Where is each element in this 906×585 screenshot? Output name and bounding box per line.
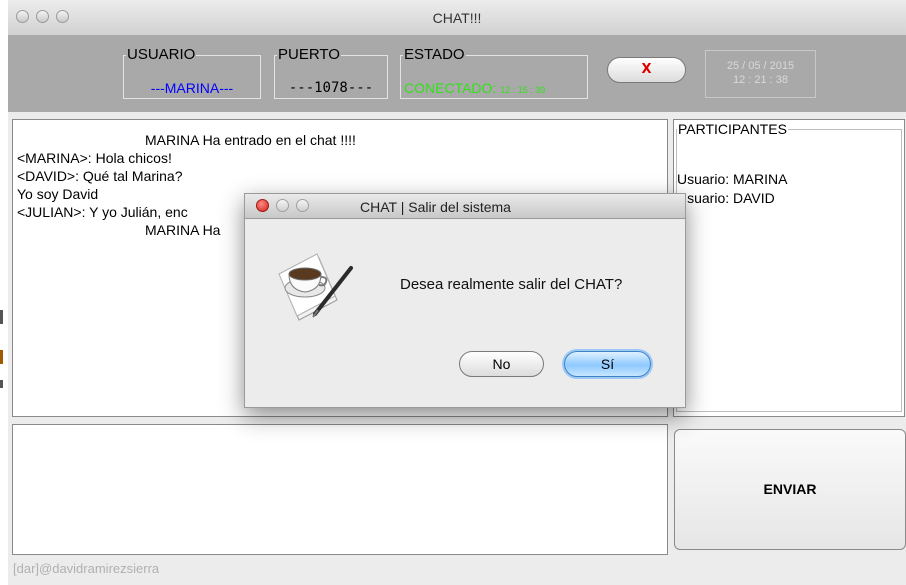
chat-line: <JULIAN>: Y yo Julián, enc <box>17 204 188 220</box>
header-panel: USUARIO ---MARINA--- PUERTO ---1078--- E… <box>8 36 906 112</box>
chat-line: MARINA Ha entrado en el chat !!!! <box>145 132 356 148</box>
participants-panel: PARTICIPANTES Usuario: MARINA Usuario: D… <box>673 119 905 417</box>
participant-item: Usuario: MARINA <box>677 171 788 187</box>
datetime-display: 25 / 05 / 2015 12 : 21 : 38 <box>705 50 816 98</box>
dialog-title: CHAT | Salir del sistema <box>360 199 511 215</box>
window-edge-mark <box>0 310 3 324</box>
puerto-value: ---1078--- <box>288 80 374 96</box>
dialog-no-button[interactable]: No <box>459 351 544 377</box>
dialog-yes-button[interactable]: Sí <box>564 351 651 377</box>
usuario-value: ---MARINA--- <box>150 80 234 96</box>
message-input[interactable] <box>12 424 668 555</box>
dialog-titlebar: CHAT | Salir del sistema <box>245 194 685 219</box>
dialog-minimize-icon <box>276 199 289 212</box>
dialog-message: Desea realmente salir del CHAT? <box>400 276 623 293</box>
coffee-pen-app-icon <box>275 244 365 324</box>
chat-line: Yo soy David <box>17 186 99 202</box>
participants-group: PARTICIPANTES <box>676 122 902 412</box>
estado-group: ESTADO CONECTADO: 12 : 15 : 39 <box>400 46 588 99</box>
window-edge-mark <box>0 380 3 388</box>
time-label: 12 : 21 : 38 <box>732 74 789 86</box>
chat-line: <DAVID>: Qué tal Marina? <box>17 168 183 184</box>
date-label: 25 / 05 / 2015 <box>726 60 795 72</box>
participants-title: PARTICIPANTES <box>678 121 787 137</box>
estado-value-row: CONECTADO: 12 : 15 : 39 <box>404 80 587 96</box>
participant-item: Usuario: DAVID <box>677 190 775 206</box>
puerto-label: PUERTO <box>278 46 340 63</box>
dialog-close-icon[interactable] <box>256 199 269 212</box>
dialog-zoom-icon <box>296 199 309 212</box>
send-button[interactable]: ENVIAR <box>674 429 906 550</box>
estado-value: CONECTADO: <box>404 80 497 96</box>
usuario-group: USUARIO ---MARINA--- <box>123 46 261 99</box>
estado-label: ESTADO <box>404 46 465 63</box>
footer-credit: [dar]@davidramirezsierra <box>13 561 160 576</box>
chat-line: <MARINA>: Hola chicos! <box>17 150 172 166</box>
puerto-group: PUERTO ---1078--- <box>274 46 388 99</box>
exit-dialog: CHAT | Salir del sistema Desea realmente… <box>244 193 686 408</box>
window-titlebar: CHAT!!! <box>8 0 906 36</box>
disconnect-button[interactable]: X <box>607 57 686 83</box>
chat-line: MARINA Ha <box>145 222 221 238</box>
usuario-label: USUARIO <box>127 46 196 63</box>
estado-time: 12 : 15 : 39 <box>500 85 546 95</box>
window-edge-mark <box>0 350 3 364</box>
window-title: CHAT!!! <box>432 10 482 26</box>
